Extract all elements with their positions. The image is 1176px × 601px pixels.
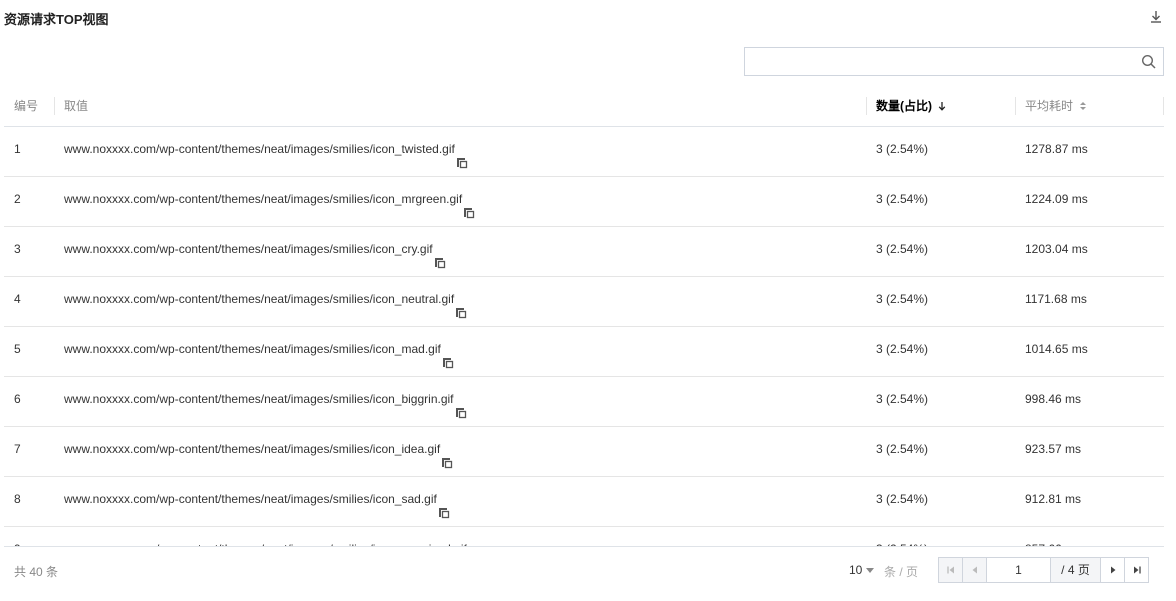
copy-icon[interactable] bbox=[455, 393, 467, 418]
table-row: 3 www.noxxxx.com/wp-content/themes/neat/i… bbox=[4, 227, 1164, 277]
cell-value: www.noxxxx.com/wp-content/themes/neat/im… bbox=[64, 177, 475, 226]
cell-count: 3 (2.54%) bbox=[876, 392, 929, 406]
cell-count: 3 (2.54%) bbox=[876, 292, 929, 306]
cell-count: 3 (2.54%) bbox=[876, 342, 929, 356]
next-page-button[interactable] bbox=[1100, 557, 1125, 583]
column-divider bbox=[1163, 97, 1164, 115]
cell-index: 3 bbox=[14, 242, 21, 256]
cell-count: 3 (2.54%) bbox=[876, 527, 928, 546]
column-header-avg-time[interactable]: 平均耗时 bbox=[1025, 86, 1087, 126]
pagination: / 4 页 bbox=[938, 557, 1149, 583]
table-row: 1 www.noxxxx.com/wp-content/themes/neat/i… bbox=[4, 127, 1164, 177]
column-divider bbox=[54, 97, 55, 115]
cell-index: 1 bbox=[14, 142, 21, 156]
copy-icon[interactable] bbox=[455, 293, 467, 318]
cell-count: 3 (2.54%) bbox=[876, 492, 929, 506]
cell-value: www.noxxxx.com/wp-content/themes/neat/im… bbox=[64, 277, 467, 326]
total-pages: / 4 页 bbox=[1050, 557, 1101, 583]
table-row: 6 www.noxxxx.com/wp-content/themes/neat/i… bbox=[4, 377, 1164, 427]
cell-value-text: www.noxxxx.com/wp-content/themes/neat/im… bbox=[64, 142, 455, 156]
table-row: 8 www.noxxxx.com/wp-content/themes/neat/i… bbox=[4, 477, 1164, 527]
cell-value: www.noxxxx.com/wp-content/themes/neat/im… bbox=[64, 427, 453, 476]
cell-value-text: www.noxxxx.com/wp-content/themes/neat/im… bbox=[64, 442, 441, 456]
table-body: 1 www.noxxxx.com/wp-content/themes/neat/i… bbox=[4, 127, 1164, 546]
copy-icon[interactable] bbox=[434, 243, 446, 268]
cell-count: 3 (2.54%) bbox=[876, 142, 929, 156]
caret-down-icon bbox=[866, 568, 875, 574]
cell-value: www.noxxxx.com/wp-content/themes/neat/im… bbox=[64, 477, 450, 526]
cell-value: www.noxxxx.com/wp-content/themes/neat/im… bbox=[64, 327, 454, 376]
column-divider bbox=[866, 97, 867, 115]
search-box bbox=[744, 47, 1164, 76]
cell-count: 3 (2.54%) bbox=[876, 242, 929, 256]
copy-icon[interactable] bbox=[442, 343, 454, 368]
cell-value: www.noxxxx.com/wp-content/themes/neat/im… bbox=[64, 527, 480, 546]
copy-icon[interactable] bbox=[438, 493, 450, 518]
page-title: 资源请求TOP视图 bbox=[4, 12, 109, 27]
prev-page-button[interactable] bbox=[962, 557, 987, 583]
table-row: 4 www.noxxxx.com/wp-content/themes/neat/i… bbox=[4, 277, 1164, 327]
table-row: 5 www.noxxxx.com/wp-content/themes/neat/i… bbox=[4, 327, 1164, 377]
table-row: 9 www.noxxxx.com/wp-content/themes/neat/i… bbox=[4, 527, 1164, 546]
download-icon[interactable] bbox=[1149, 9, 1163, 25]
column-header-avg-time-label: 平均耗时 bbox=[1025, 99, 1074, 113]
copy-icon[interactable] bbox=[456, 143, 468, 168]
cell-value: www.noxxxx.com/wp-content/themes/neat/im… bbox=[64, 377, 467, 426]
cell-avg-time: 1171.68 ms bbox=[1025, 292, 1087, 306]
cell-value-text: www.noxxxx.com/wp-content/themes/neat/im… bbox=[64, 342, 441, 356]
cell-count: 3 (2.54%) bbox=[876, 192, 929, 206]
cell-index: 7 bbox=[14, 442, 21, 456]
column-header-count[interactable]: 数量(占比) bbox=[876, 86, 946, 126]
cell-value-text: www.noxxxx.com/wp-content/themes/neat/im… bbox=[64, 492, 437, 506]
cell-avg-time: 923.57 ms bbox=[1025, 442, 1082, 456]
table-row: 7 www.noxxxx.com/wp-content/themes/neat/i… bbox=[4, 427, 1164, 477]
first-page-button[interactable] bbox=[938, 557, 963, 583]
sort-both-icon[interactable] bbox=[1079, 87, 1087, 127]
cell-index: 9 bbox=[14, 527, 21, 546]
table-row: 2 www.noxxxx.com/wp-content/themes/neat/i… bbox=[4, 177, 1164, 227]
cell-value-text: www.noxxxx.com/wp-content/themes/neat/im… bbox=[64, 292, 455, 306]
page-size-unit: 条 / 页 bbox=[884, 565, 919, 579]
search-icon[interactable] bbox=[1141, 54, 1157, 70]
cell-value: www.noxxxx.com/wp-content/themes/neat/im… bbox=[64, 227, 446, 276]
column-header-value: 取值 bbox=[64, 99, 89, 113]
copy-icon[interactable] bbox=[441, 443, 453, 468]
column-header-count-label: 数量(占比) bbox=[876, 99, 932, 113]
cell-avg-time: 1278.87 ms bbox=[1025, 142, 1088, 156]
cell-value: www.noxxxx.com/wp-content/themes/neat/im… bbox=[64, 127, 468, 176]
cell-avg-time: 998.46 ms bbox=[1025, 392, 1082, 406]
page-number-input[interactable] bbox=[986, 557, 1051, 583]
column-header-index: 编号 bbox=[14, 99, 39, 113]
search-input[interactable] bbox=[745, 48, 1125, 75]
cell-avg-time: 912.81 ms bbox=[1025, 492, 1082, 506]
sort-desc-icon[interactable] bbox=[938, 87, 946, 127]
cell-avg-time: 857.66 ms bbox=[1025, 527, 1081, 546]
page-size-select[interactable]: 10 bbox=[849, 563, 875, 577]
cell-index: 4 bbox=[14, 292, 21, 306]
cell-index: 8 bbox=[14, 492, 21, 506]
cell-value-text: www.noxxxx.com/wp-content/themes/neat/im… bbox=[64, 242, 433, 256]
table-header: 编号 取值 数量(占比) 平均耗时 bbox=[4, 86, 1164, 127]
table-bottom-border bbox=[4, 546, 1164, 547]
cell-index: 6 bbox=[14, 392, 21, 406]
column-divider bbox=[1015, 97, 1016, 115]
cell-avg-time: 1014.65 ms bbox=[1025, 342, 1088, 356]
cell-avg-time: 1203.04 ms bbox=[1025, 242, 1088, 256]
cell-value-text: www.noxxxx.com/wp-content/themes/neat/im… bbox=[64, 392, 454, 406]
page-size-value: 10 bbox=[849, 563, 863, 577]
cell-value-text: www.noxxxx.com/wp-content/themes/neat/im… bbox=[64, 192, 463, 206]
cell-count: 3 (2.54%) bbox=[876, 442, 929, 456]
copy-icon[interactable] bbox=[463, 193, 475, 218]
last-page-button[interactable] bbox=[1124, 557, 1149, 583]
cell-index: 2 bbox=[14, 192, 21, 206]
total-count: 共 40 条 bbox=[14, 565, 59, 579]
cell-avg-time: 1224.09 ms bbox=[1025, 192, 1088, 206]
cell-index: 5 bbox=[14, 342, 21, 356]
